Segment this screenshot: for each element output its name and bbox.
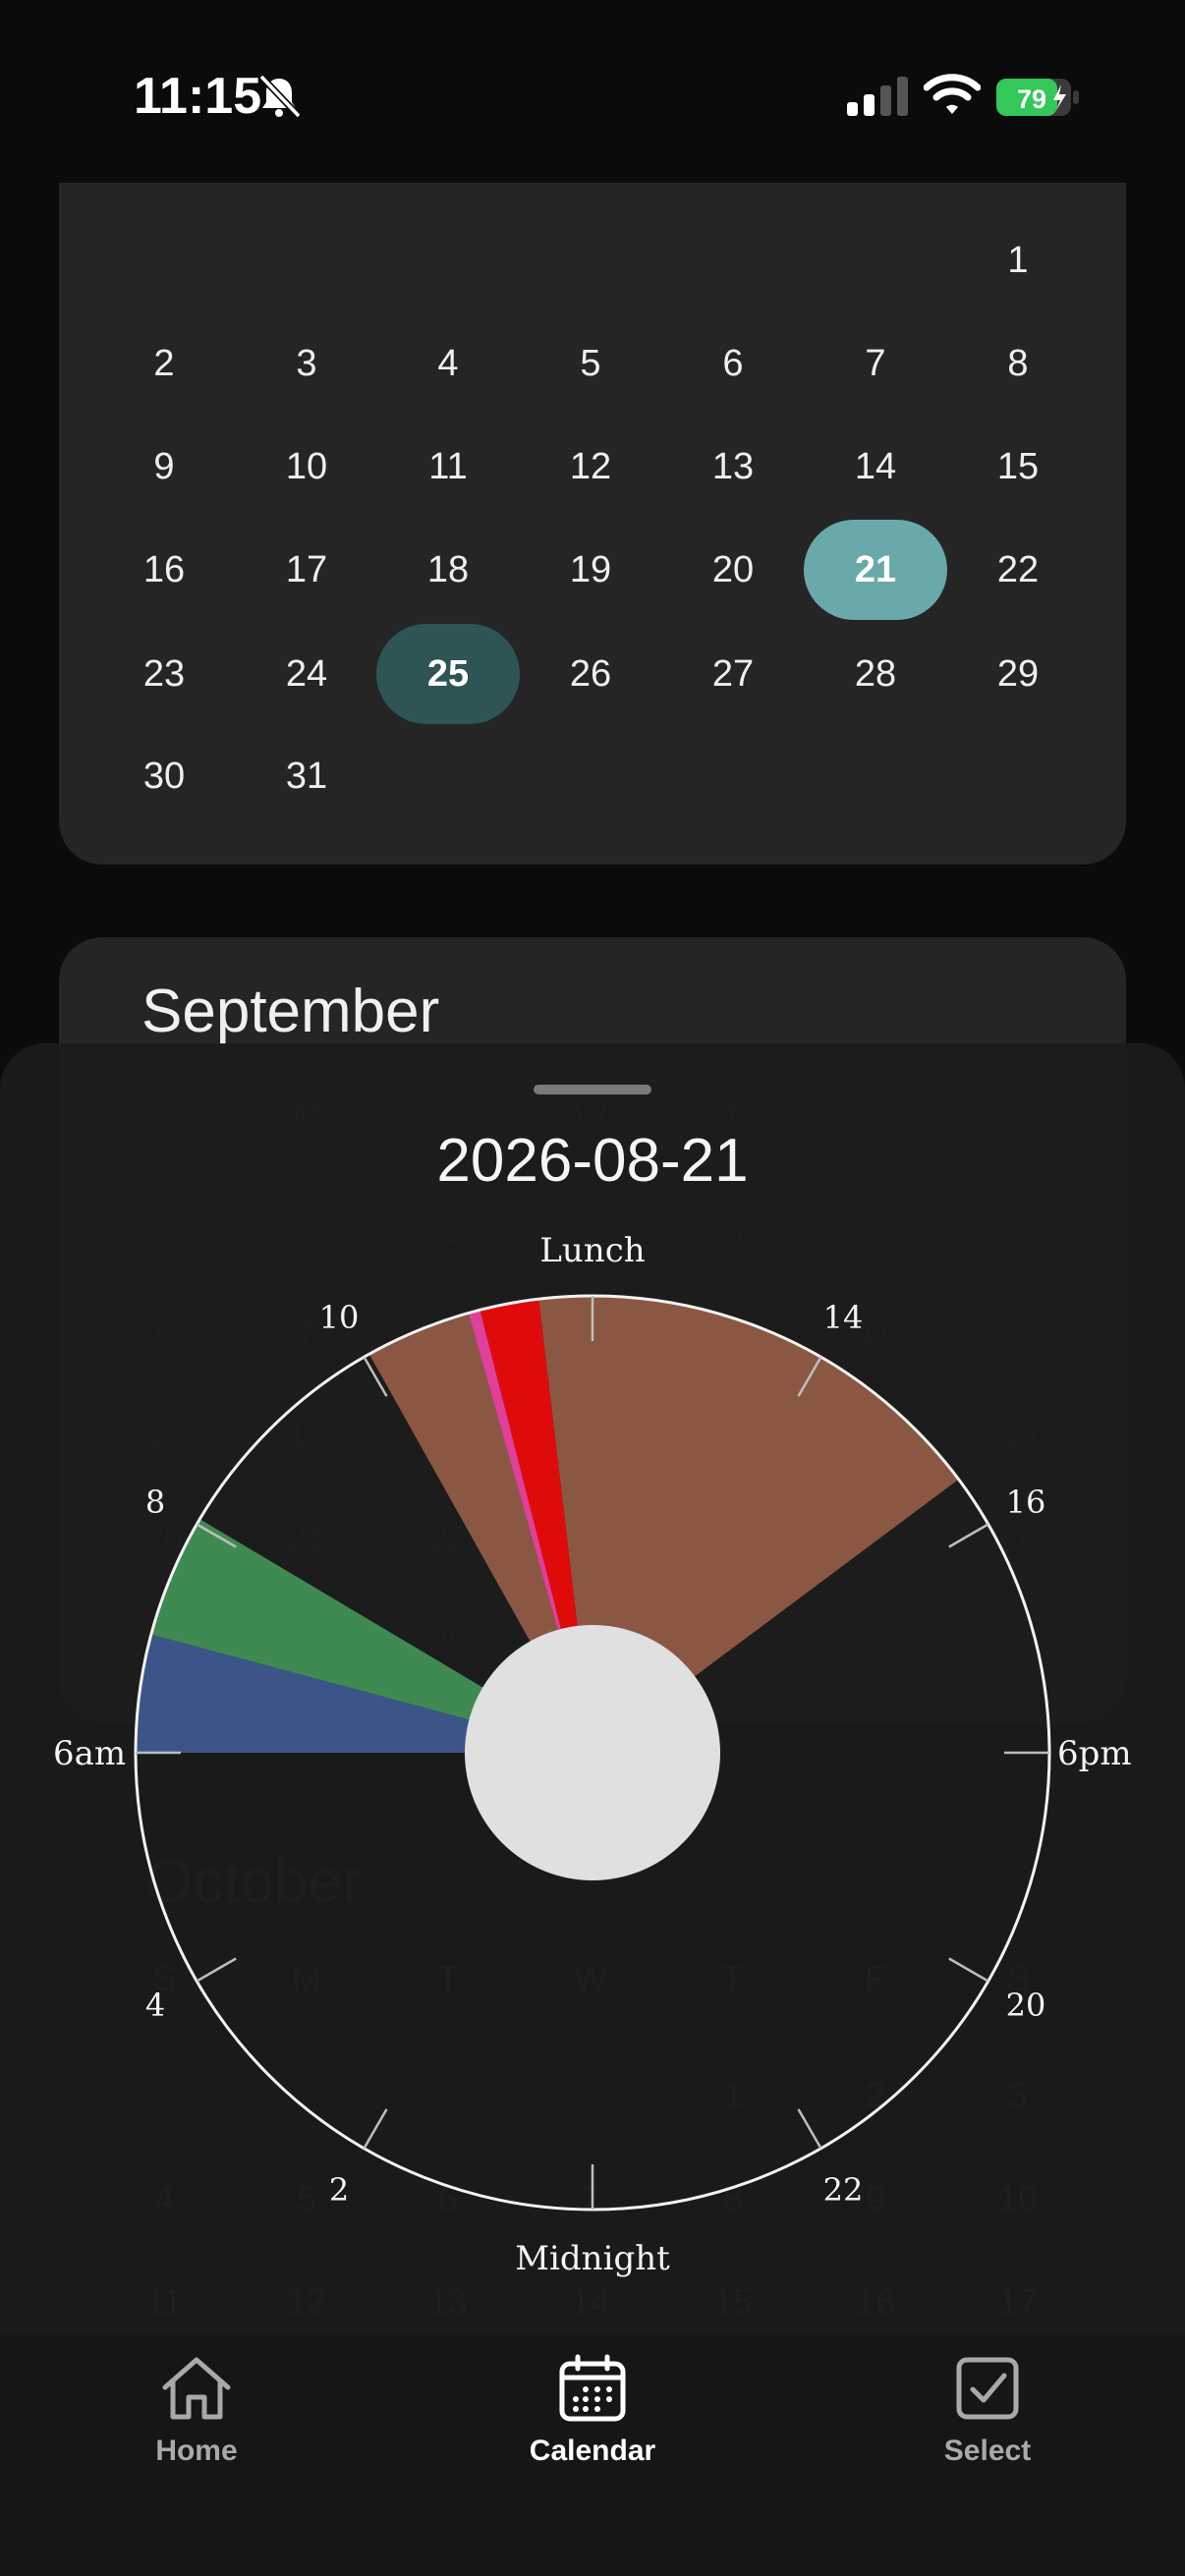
calendar-day[interactable]: 15: [946, 417, 1090, 517]
clock-hour-4: 4: [145, 1987, 165, 2024]
status-bar: 11:15 79: [0, 0, 1185, 177]
calendar-day[interactable]: 8: [946, 313, 1090, 414]
clock-center-disc[interactable]: [465, 1625, 720, 1880]
calendar-day[interactable]: 10: [235, 417, 378, 517]
calendar-day[interactable]: 12: [519, 417, 662, 517]
battery-icon: 79: [996, 79, 1079, 116]
sheet-drag-handle[interactable]: [534, 1085, 651, 1094]
calendar-day[interactable]: 13: [661, 417, 805, 517]
clock-label-right: 6pm: [1057, 1734, 1132, 1773]
clock-tick: [948, 1957, 989, 1983]
sheet-date-title: 2026-08-21: [436, 1127, 749, 1195]
calendar-day[interactable]: 23: [92, 624, 236, 724]
clock-label-bottom: Midnight: [515, 2239, 670, 2278]
calendar-day[interactable]: 16: [92, 520, 236, 620]
tab-select-label: Select: [943, 2435, 1032, 2467]
tab-bar: Home Calendar Select: [0, 2334, 1185, 2576]
calendar-day[interactable]: 5: [519, 313, 662, 414]
calendar-day[interactable]: 3: [235, 313, 378, 414]
calendar-day[interactable]: 29: [946, 624, 1090, 724]
clock-label-top: Lunch: [539, 1231, 645, 1270]
calendar-day[interactable]: 30: [92, 726, 236, 826]
calendar-day[interactable]: 1: [946, 210, 1090, 310]
calendar-day[interactable]: 20: [661, 520, 805, 620]
battery-percent: 79: [1017, 84, 1046, 114]
calendar-day[interactable]: 18: [376, 520, 520, 620]
calendar-day[interactable]: 6: [661, 313, 805, 414]
calendar-day[interactable]: 17: [235, 520, 378, 620]
day-clock-chart: Lunch Midnight 6am 6pm 10 14 8 16 4 20 2…: [53, 1231, 1132, 2278]
clock-tick: [948, 1523, 989, 1548]
calendar-day[interactable]: 31: [235, 726, 378, 826]
calendar-day[interactable]: 21: [804, 520, 947, 620]
calendar-day[interactable]: 25: [376, 624, 520, 724]
calendar-day[interactable]: 7: [804, 313, 947, 414]
clock-label-left: 6am: [53, 1734, 126, 1773]
tab-select[interactable]: Select: [860, 2354, 1115, 2468]
tab-home[interactable]: Home: [69, 2354, 324, 2468]
month-title: September: [141, 978, 440, 1045]
status-time: 11:15: [134, 68, 262, 125]
clock-hour-22: 22: [823, 2171, 864, 2209]
calendar-day[interactable]: 14: [804, 417, 947, 517]
calendar-day[interactable]: 28: [804, 624, 947, 724]
tab-home-label: Home: [155, 2435, 238, 2467]
clock-hour-8: 8: [145, 1484, 165, 1521]
calendar-day[interactable]: 2: [92, 313, 236, 414]
calendar-day[interactable]: 24: [235, 624, 378, 724]
clock-hour-14: 14: [823, 1299, 864, 1336]
checkbox-icon: [956, 2357, 1019, 2420]
calendar-day[interactable]: 11: [376, 417, 520, 517]
clock-hour-20: 20: [1006, 1987, 1046, 2024]
calendar-day[interactable]: 19: [519, 520, 662, 620]
calendar-day[interactable]: 26: [519, 624, 662, 724]
cellular-signal-icon: [847, 77, 908, 116]
calendar-day[interactable]: 22: [946, 520, 1090, 620]
clock-hour-16: 16: [1006, 1484, 1046, 1521]
calendar-day[interactable]: 9: [92, 417, 236, 517]
wifi-icon: [924, 74, 981, 114]
clock-tick: [196, 1957, 237, 1983]
bell-muted-icon: [258, 74, 302, 119]
clock-tick: [363, 2108, 388, 2150]
calendar-day[interactable]: 4: [376, 313, 520, 414]
clock-hour-2: 2: [329, 2171, 349, 2209]
clock-tick: [797, 2108, 822, 2150]
month-card-august: 1 2 3 4 5 6 7 8 9 10 11 12 13 14 15 16 17 18 19 20 21 22 23 24 2…: [59, 183, 1126, 865]
clock-hour-10: 10: [319, 1299, 360, 1336]
calendar-icon: [559, 2354, 626, 2422]
home-icon: [162, 2357, 231, 2420]
calendar-day[interactable]: 27: [661, 624, 805, 724]
battery-indicator: 79: [996, 75, 1081, 118]
tab-calendar[interactable]: Calendar: [465, 2354, 720, 2468]
tab-calendar-label: Calendar: [529, 2435, 656, 2467]
